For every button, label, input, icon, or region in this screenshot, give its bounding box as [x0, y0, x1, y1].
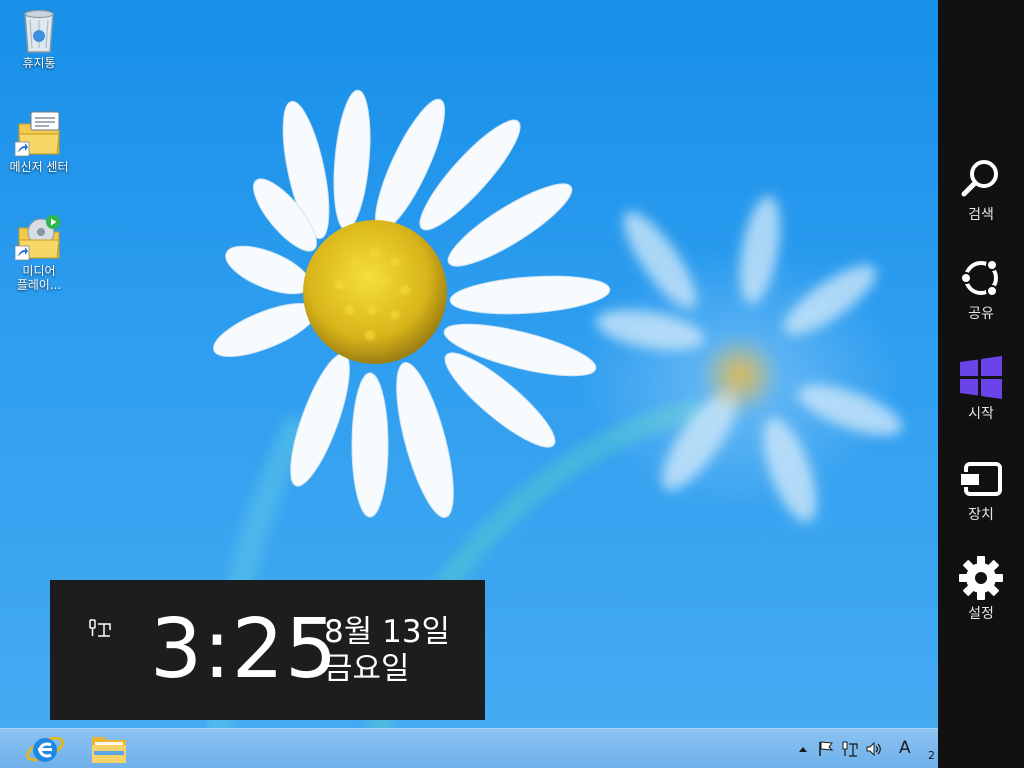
gear-icon [959, 556, 1003, 600]
charm-label: 설정 [968, 606, 994, 622]
clock-panel: 3:25 8월 13일 금요일 [50, 580, 485, 720]
system-tray: A 2 [798, 729, 938, 768]
network-icon [842, 741, 858, 757]
network-button[interactable] [842, 740, 858, 758]
desktop-icon-recycle-bin[interactable]: 휴지통 [1, 6, 77, 70]
desktop-icon-messenger-center[interactable]: 메신저 센터 [1, 110, 77, 174]
chevron-up-icon [799, 747, 807, 752]
clock-date-line1: 8월 13일 [324, 614, 451, 650]
charm-devices[interactable]: 장치 [938, 456, 1024, 540]
desktop-icon-label: 휴지통 [22, 56, 56, 70]
charm-search[interactable]: 검색 [938, 156, 1024, 240]
recycle-bin-icon [15, 6, 63, 54]
volume-button[interactable] [866, 740, 882, 758]
file-explorer-icon [92, 737, 126, 763]
clock-date: 8월 13일 금요일 [324, 614, 450, 688]
ethernet-icon [88, 618, 112, 640]
clock-time: 3:25 [150, 602, 339, 697]
messenger-folder-icon [14, 110, 63, 158]
input-language-indicator[interactable]: A [899, 738, 911, 758]
speaker-icon [866, 741, 881, 757]
windows-logo-icon [960, 356, 1002, 399]
show-hidden-icons-button[interactable] [798, 740, 808, 758]
search-icon [961, 160, 998, 197]
flag-icon [819, 741, 834, 756]
clock-date-line2: 금요일 [324, 651, 410, 687]
internet-explorer-icon [26, 736, 64, 762]
charm-label: 검색 [968, 207, 994, 223]
share-icon [960, 259, 998, 297]
devices-icon [959, 462, 1002, 496]
action-center-button[interactable] [818, 740, 834, 758]
taskbar: A 2 [0, 728, 938, 768]
desktop-icon-label: 메신저 센터 [9, 160, 69, 174]
desktop-icon-media-player[interactable]: 미디어 플레이... [1, 214, 77, 292]
charm-settings[interactable]: 설정 [938, 555, 1024, 639]
charm-start[interactable]: 시작 [938, 355, 1024, 439]
media-player-folder-icon [14, 214, 63, 262]
charm-share[interactable]: 공유 [938, 255, 1024, 339]
desktop-icon-label: 미디어 플레이... [16, 264, 62, 292]
charm-label: 공유 [968, 306, 994, 322]
taskbar-button-file-explorer[interactable] [86, 731, 132, 767]
taskbar-clock[interactable]: 2 [928, 749, 935, 762]
charms-bar: 검색 공유 시작 장치 설정 [938, 0, 1024, 768]
charm-label: 시작 [968, 406, 994, 422]
charm-label: 장치 [968, 507, 994, 523]
taskbar-button-internet-explorer[interactable] [22, 731, 68, 767]
